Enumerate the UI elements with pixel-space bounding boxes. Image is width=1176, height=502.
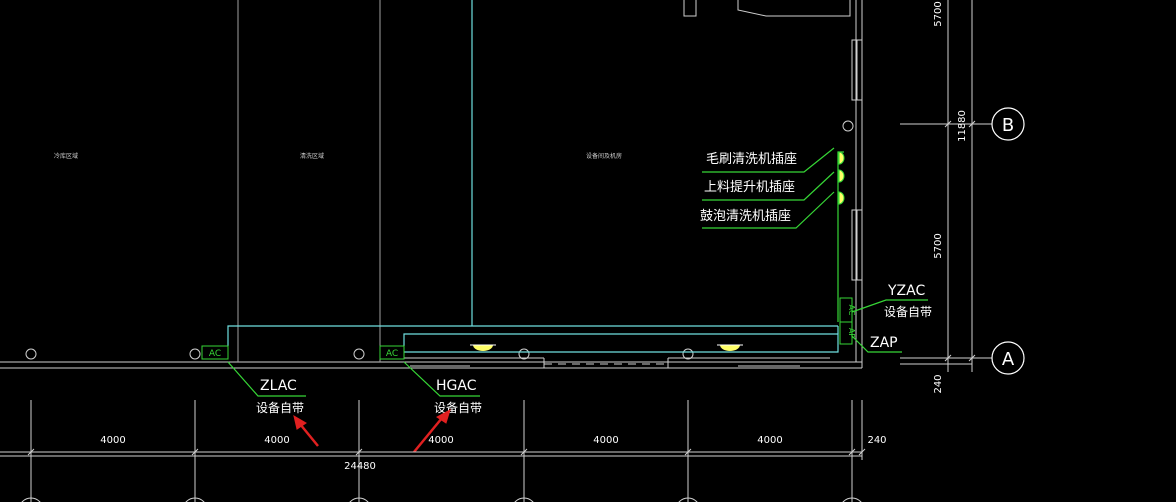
ac-box-yzac[interactable]: AC xyxy=(839,297,856,323)
axis-label-a: A xyxy=(1002,349,1015,370)
cable-runs xyxy=(227,0,839,353)
arrow-head-icon xyxy=(293,414,307,430)
ac-box-hgac[interactable]: AC xyxy=(379,345,405,360)
dimension-text-bottom: 4000 4000 4000 4000 4000 240 24480 xyxy=(100,435,886,472)
panel-note-hgac: 设备自带 xyxy=(434,401,482,415)
arrow-icon xyxy=(299,423,319,447)
axis-label-b: B xyxy=(1002,115,1014,136)
circuit-lines xyxy=(227,147,928,397)
dim-edge-240: 240 xyxy=(867,435,886,446)
socket-icon xyxy=(838,151,845,165)
dim-bay-1: 4000 xyxy=(100,435,125,446)
panel-name-hgac: HGAC xyxy=(436,378,477,394)
annotation-arrows xyxy=(293,408,451,453)
ac-box-hgac-label: AC xyxy=(386,349,398,359)
ap-box-zap-label: AP xyxy=(847,328,856,338)
light-icon xyxy=(473,345,493,351)
dim-right-upper: 5700 xyxy=(933,1,944,26)
light-fixtures xyxy=(470,344,743,351)
panel-note-zlac: 设备自带 xyxy=(256,401,304,415)
outlet-label-hoist: 上料提升机插座 xyxy=(704,179,795,195)
axis-bubble-b[interactable]: B xyxy=(991,107,1025,141)
socket-icon xyxy=(838,169,845,183)
panel-name-zap: ZAP xyxy=(870,335,898,351)
dim-total: 24480 xyxy=(344,461,376,472)
room-label-1: 冷库区域 xyxy=(54,152,78,160)
dim-bay-5: 4000 xyxy=(757,435,782,446)
dim-right-total: 11880 xyxy=(957,110,968,142)
panel-name-yzac: YZAC xyxy=(887,283,925,299)
outlet-label-bubble-washer: 鼓泡清洗机插座 xyxy=(700,209,791,224)
dim-right-lower: 5700 xyxy=(933,233,944,258)
dimension-lines-bottom xyxy=(0,400,866,502)
dim-right-bottom: 240 xyxy=(933,374,944,393)
cad-drawing-canvas[interactable]: 冷库区域 清洗区域 设备间及机房 AC AC AC AP 毛刷清洗机插座 上料提… xyxy=(0,0,1176,502)
dimension-text-right: 5700 11880 5700 240 xyxy=(933,1,968,393)
light-icon xyxy=(720,345,740,351)
room-labels: 冷库区域 清洗区域 设备间及机房 xyxy=(54,152,622,160)
room-label-3: 设备间及机房 xyxy=(586,152,622,160)
room-label-2: 清洗区域 xyxy=(300,152,324,160)
ap-box-zap[interactable]: AP xyxy=(839,321,856,345)
ac-box-zlac[interactable]: AC xyxy=(201,345,229,360)
ac-box-yzac-label: AC xyxy=(847,305,856,316)
outlet-symbols xyxy=(838,151,845,205)
axis-bubble-a[interactable]: A xyxy=(991,341,1025,375)
panel-note-yzac: 设备自带 xyxy=(884,305,932,319)
panel-name-zlac: ZLAC xyxy=(260,378,297,394)
dim-bay-2: 4000 xyxy=(264,435,289,446)
dim-bay-4: 4000 xyxy=(593,435,618,446)
socket-icon xyxy=(838,191,845,205)
dim-bay-3: 4000 xyxy=(428,435,453,446)
outlet-label-brush-washer: 毛刷清洗机插座 xyxy=(706,152,797,167)
outlet-labels: 毛刷清洗机插座 上料提升机插座 鼓泡清洗机插座 xyxy=(700,152,797,224)
ac-box-zlac-label: AC xyxy=(209,349,221,359)
